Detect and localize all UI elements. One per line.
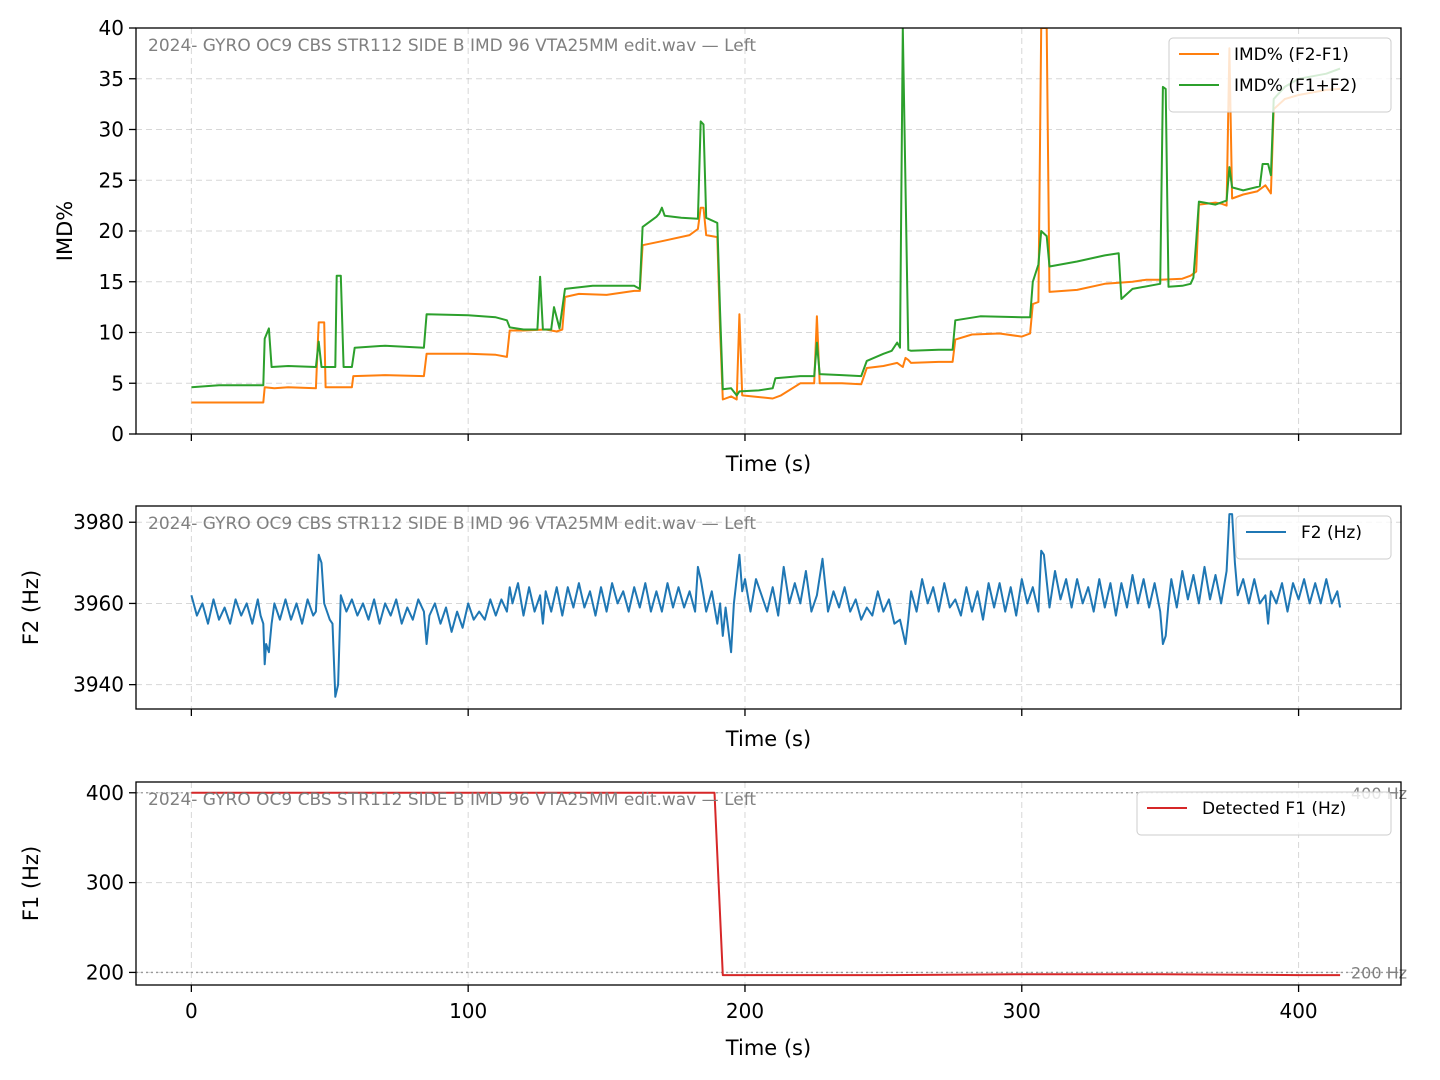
x-axis-label: Time (s) [725,1036,811,1060]
x-tick-label: 400 [1279,999,1317,1023]
file-annotation: 2024- GYRO OC9 CBS STR112 SIDE B IMD 96 … [148,514,756,534]
legend: F2 (Hz) [1235,515,1392,560]
file-annotation: 2024- GYRO OC9 CBS STR112 SIDE B IMD 96 … [148,790,756,810]
legend: Detected F1 (Hz) [1136,791,1392,836]
y-tick-label: 200 [86,960,124,984]
x-axis-label: Time (s) [725,452,811,476]
y-tick-label: 35 [99,67,124,91]
figure: 0 5 10 15 20 25 30 35 40 Time (s) IMD% 2024- GYRO O… [19,16,1407,1060]
series-line-f2-0 [190,513,1342,698]
y-tick-label: 0 [111,422,124,446]
subplot-f1: 400 Hz200 Hz0100200300400200300400Time (… [19,781,1407,1060]
series-line-imd-1 [191,28,1341,397]
y-tick-label: 5 [111,371,124,395]
legend: IMD% (F2-F1) IMD% (F1+F2) [1168,37,1392,113]
y-tick-label: 3960 [73,591,124,615]
y-tick-label: 15 [99,270,124,294]
legend-entry: IMD% (F2-F1) [1234,45,1349,65]
x-axis-label: Time (s) [725,727,811,751]
y-tick-label: 20 [99,219,124,243]
y-tick-label: 300 [86,871,124,895]
x-tick-label: 0 [185,999,198,1023]
legend-entry: IMD% (F1+F2) [1234,76,1357,96]
y-axis-label: F2 (Hz) [19,570,43,645]
subplot-imd: 0 5 10 15 20 25 30 35 40 Time (s) IMD% 2024- GYRO O… [53,16,1402,476]
y-axis-label: IMD% [53,201,77,261]
y-axis-label: F1 (Hz) [19,846,43,921]
subplot-f2: 3940 3960 3980 Time (s) F2 (Hz) 2024- GYRO OC… [19,505,1402,751]
file-annotation: 2024- GYRO OC9 CBS STR112 SIDE B IMD 96 … [148,36,756,56]
x-tick-label: 100 [449,999,487,1023]
y-tick-label: 30 [99,118,124,142]
y-tick-label: 10 [99,321,124,345]
legend-entry: F2 (Hz) [1301,523,1362,543]
legend-entry: Detected F1 (Hz) [1202,799,1346,819]
y-tick-label: 40 [99,16,124,40]
x-tick-label: 200 [726,999,764,1023]
reference-line-label: 200 Hz [1351,963,1407,982]
y-tick-label: 400 [86,781,124,805]
x-tick-label: 300 [1003,999,1041,1023]
y-tick-label: 3940 [73,673,124,697]
y-tick-label: 3980 [73,510,124,534]
y-tick-label: 25 [99,168,124,192]
